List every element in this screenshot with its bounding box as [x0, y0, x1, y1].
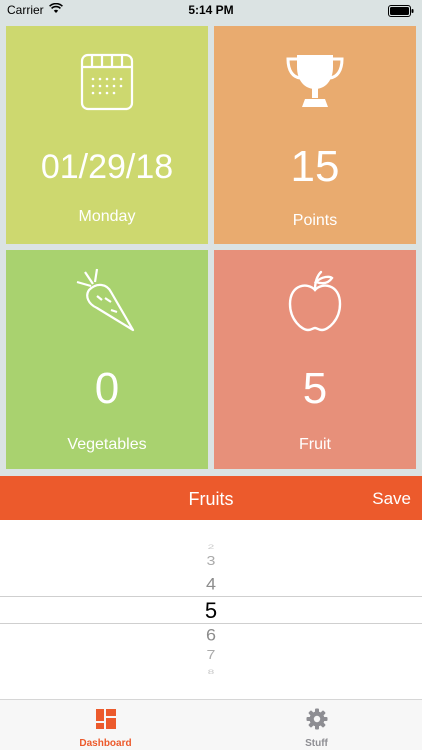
tab-stuff-label: Stuff	[305, 738, 328, 749]
status-bar: Carrier 5:14 PM	[0, 0, 422, 20]
save-button[interactable]: Save	[372, 489, 411, 509]
dashboard-grid: 01/29/18 Monday 15 Points 0 Vegetables 5…	[0, 20, 422, 476]
fruit-tile[interactable]: 5 Fruit	[214, 250, 416, 469]
picker-option[interactable]: 4	[0, 575, 422, 594]
dashboard-icon	[0, 708, 211, 730]
picker-option[interactable]: 6	[0, 626, 422, 645]
vegetables-label: Vegetables	[67, 436, 147, 453]
date-label: Monday	[78, 208, 136, 225]
points-label: Points	[292, 212, 338, 229]
picker-selection-top-line	[0, 596, 422, 597]
points-tile[interactable]: 15 Points	[214, 26, 416, 244]
points-value: 15	[290, 142, 340, 191]
fruit-label: Fruit	[299, 436, 331, 453]
fruit-value: 5	[302, 364, 328, 413]
number-picker[interactable]: 2 3 4 5 6 7 8	[0, 520, 422, 699]
date-value: 01/29/18	[40, 148, 174, 186]
tab-bar: Dashboard Stuff	[0, 699, 422, 750]
picker-option[interactable]: 3	[0, 555, 422, 569]
picker-option-selected[interactable]: 5	[0, 598, 422, 624]
apple-icon	[214, 270, 416, 332]
picker-option[interactable]: 2	[0, 543, 422, 551]
tab-stuff[interactable]: Stuff	[211, 700, 422, 750]
vegetables-value: 0	[94, 364, 120, 413]
tab-dashboard-label: Dashboard	[79, 738, 132, 749]
picker-option[interactable]: 8	[0, 668, 422, 676]
gear-icon	[211, 708, 422, 730]
date-tile[interactable]: 01/29/18 Monday	[6, 26, 208, 244]
picker-option[interactable]: 7	[0, 649, 422, 663]
picker-toolbar: Fruits Save	[0, 476, 422, 520]
vegetables-tile[interactable]: 0 Vegetables	[6, 250, 208, 469]
carrot-icon	[6, 268, 208, 334]
trophy-icon	[214, 49, 416, 111]
status-time: 5:14 PM	[188, 3, 234, 17]
picker-title: Fruits	[188, 489, 234, 509]
calendar-icon	[6, 51, 208, 113]
tab-dashboard[interactable]: Dashboard	[0, 700, 211, 750]
